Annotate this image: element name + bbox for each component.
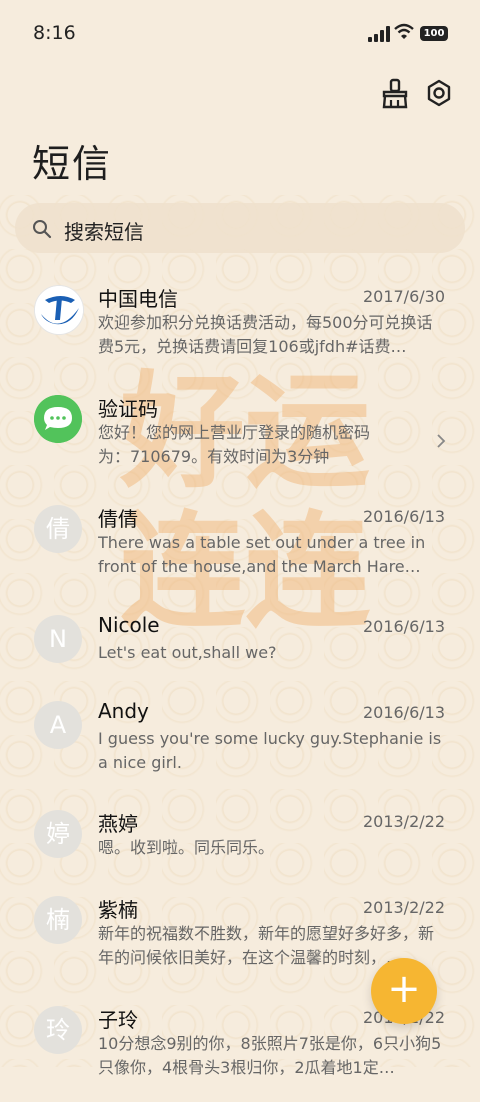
status-time: 8:16: [33, 22, 76, 44]
contact-name: 中国电信: [98, 287, 178, 311]
clean-brush-icon[interactable]: [380, 78, 410, 110]
message-date: 2016/6/13: [362, 507, 445, 526]
conversation-item[interactable]: N Nicole 2016/6/13 Let's eat out,shall w…: [0, 601, 480, 687]
conversation-item[interactable]: A Andy 2016/6/13 I guess you're some luc…: [0, 687, 480, 796]
message-date: 2016/6/13: [362, 703, 445, 722]
avatar: 倩: [34, 505, 82, 553]
message-date: 2017/6/30: [362, 287, 445, 306]
message-preview: 10分想念9别的你，8张照片7张是你，6只小狗5只像你，4根骨头3根归你，2瓜着…: [98, 1034, 442, 1077]
conversation-item[interactable]: 中国电信 2017/6/30 欢迎参加积分兑换话费活动，每500分可兑换话费5元…: [0, 271, 480, 381]
message-preview: 您好！您的网上营业厅登录的随机密码为：710679。有效时间为3分钟: [98, 423, 371, 466]
avatar: 玲: [34, 1006, 82, 1054]
chevron-right-icon[interactable]: [436, 433, 446, 449]
status-bar: 8:16 100: [0, 0, 480, 68]
contact-name: 燕婷: [98, 812, 138, 836]
search-icon: [33, 220, 52, 239]
search-placeholder: 搜索短信: [64, 220, 144, 244]
avatar: 楠: [34, 896, 82, 944]
conversation-item[interactable]: 婷 燕婷 2013/2/22 嗯。收到啦。同乐同乐。: [0, 796, 480, 882]
signal-icon: [368, 26, 390, 42]
contact-name: 紫楠: [98, 898, 138, 922]
contact-name: 倩倩: [98, 507, 138, 531]
contact-name: 子玲: [98, 1008, 138, 1032]
message-date: 2013/2/22: [362, 898, 445, 917]
message-date: 2016/6/13: [362, 617, 445, 636]
conversation-item[interactable]: 验证码 您好！您的网上营业厅登录的随机密码为：710679。有效时间为3分钟: [0, 381, 480, 491]
search-input[interactable]: 搜索短信: [15, 203, 465, 253]
message-date: 2013/2/22: [362, 812, 445, 831]
message-preview: 欢迎参加积分兑换话费活动，每500分可兑换话费5元，兑换话费请回复106或jfd…: [98, 313, 433, 356]
avatar: A: [34, 701, 82, 749]
contact-name: Andy: [98, 699, 149, 723]
wifi-icon: [394, 23, 414, 39]
page-title: 短信: [32, 142, 113, 186]
new-message-button[interactable]: +: [371, 958, 437, 1024]
conversation-item[interactable]: 倩 倩倩 2016/6/13 There was a table set out…: [0, 491, 480, 601]
plus-icon: +: [387, 966, 421, 1012]
message-preview: 嗯。收到啦。同乐同乐。: [98, 838, 275, 857]
contact-name: Nicole: [98, 613, 160, 637]
china-telecom-logo: [34, 285, 84, 335]
message-preview: Let's eat out,shall we?: [98, 643, 277, 662]
message-bubble-icon: [34, 395, 82, 443]
settings-gear-icon[interactable]: [424, 78, 454, 110]
message-preview: I guess you're some lucky guy.Stephanie …: [98, 729, 442, 772]
avatar: N: [34, 615, 82, 663]
contact-name: 验证码: [98, 397, 158, 421]
battery-indicator: 100: [420, 26, 448, 41]
avatar: 婷: [34, 810, 82, 858]
message-preview: There was a table set out under a tree i…: [98, 533, 426, 576]
